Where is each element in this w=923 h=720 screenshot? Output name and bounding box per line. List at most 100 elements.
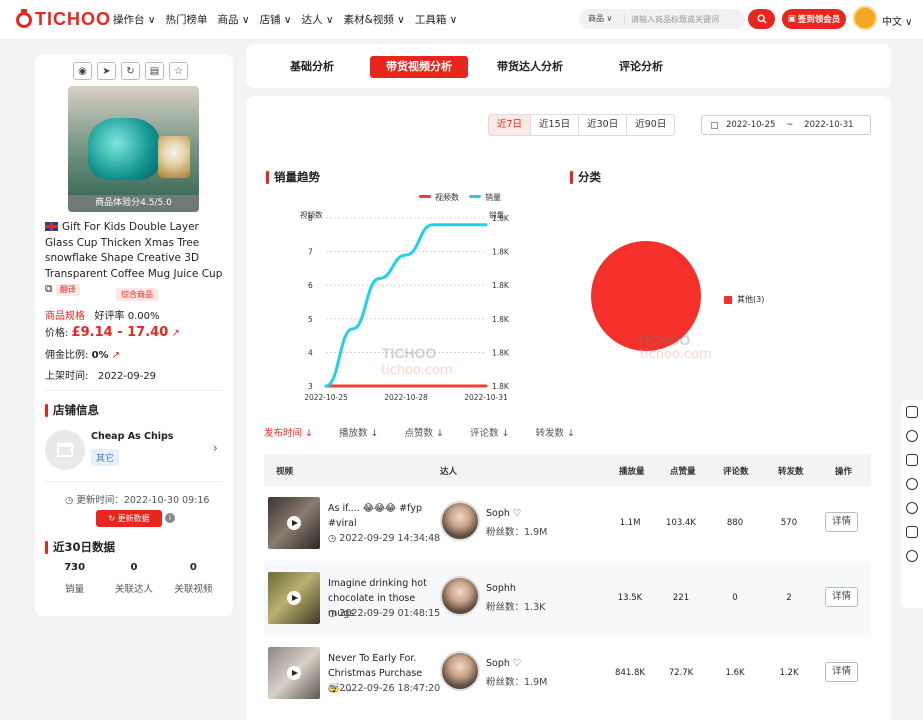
legend-label: 销量 <box>485 193 501 202</box>
tab-basic-analysis[interactable]: 基础分析 <box>276 56 348 78</box>
nav-shops[interactable]: 店铺 ∨ <box>260 12 292 27</box>
kol-avatar[interactable] <box>440 651 480 691</box>
tab-video-analysis[interactable]: 带货视频分析 <box>370 56 468 78</box>
share-icon[interactable]: ➤ <box>97 62 116 80</box>
tab-comment-analysis[interactable]: 评论分析 <box>606 56 676 78</box>
table-row: Imagine drinking hot chocolate in those … <box>264 561 871 636</box>
video-title[interactable]: As if.... 😂😂😂 #fyp #viral <box>328 501 436 531</box>
target-icon[interactable] <box>906 430 918 442</box>
sort-publish-time[interactable]: 发布时间 ↓ <box>264 425 313 439</box>
y-tick-label-left: 7 <box>308 248 313 257</box>
kol-name[interactable]: Soph ♡ <box>486 658 521 669</box>
y-tick-label-left: 4 <box>308 348 313 357</box>
tichoo-logo[interactable]: TICHOO <box>16 8 111 30</box>
translate-button[interactable]: 翻译 <box>55 284 80 296</box>
sort-shares[interactable]: 转发数 ↓ <box>535 425 574 439</box>
sort-plays[interactable]: 播放数 ↓ <box>339 425 378 439</box>
product-cup-graphic <box>158 136 190 178</box>
product-image[interactable]: 商品体验分4.5/5.0 <box>68 86 199 212</box>
video-thumbnail[interactable] <box>268 497 320 549</box>
search-button[interactable] <box>748 9 775 29</box>
help-icon[interactable] <box>906 550 918 562</box>
date-end[interactable]: 2022-10-31 <box>804 120 853 130</box>
copy-icon[interactable]: ⧉ <box>45 283 53 295</box>
shop-name[interactable]: Cheap As Chips <box>91 431 173 442</box>
view-icon[interactable]: ◉ <box>73 62 92 80</box>
video-thumbnail[interactable] <box>268 647 320 699</box>
qrcode-icon[interactable] <box>906 454 918 466</box>
vip-checkin-button[interactable]: ▣ 签到领会员 <box>782 9 846 29</box>
commission-trend-icon[interactable]: ↗ <box>112 350 120 361</box>
update-time-text: 更新时间：2022-10-30 09:16 <box>76 495 210 506</box>
update-data-button[interactable]: ↻ 更新数据 <box>96 510 162 527</box>
search-icon <box>756 14 766 24</box>
play-icon[interactable] <box>287 516 301 530</box>
kol-avatar[interactable] <box>440 576 480 616</box>
range-30d-button[interactable]: 近30日 <box>579 115 628 135</box>
watermark-url-text: tichoo.com <box>381 363 453 378</box>
language-switch[interactable]: 中文 ∨ <box>882 13 913 28</box>
range-7d-button[interactable]: 近7日 <box>489 115 532 135</box>
product-title-text[interactable]: Gift For Kids Double Layer Glass Cup Thi… <box>45 221 222 280</box>
update-time: ◷ 更新时间：2022-10-30 09:16 <box>65 492 209 506</box>
nav-materials-videos[interactable]: 素材&视频 ∨ <box>344 12 405 27</box>
link-icon[interactable] <box>906 478 918 490</box>
sales-trend-chart[interactable]: 视频数 销量3 1.8K4 1.8K5 1.8K6 1.8K7 1.8K8 1.8K2022-… <box>286 208 526 408</box>
detail-button[interactable]: 详情 <box>825 662 858 682</box>
shares-value: 570 <box>780 518 798 528</box>
kol-name[interactable]: Sophh <box>486 583 516 594</box>
nav-toolbox[interactable]: 工具箱 ∨ <box>415 12 458 27</box>
nav-hot-lists[interactable]: 热门榜单 <box>166 12 208 27</box>
search-scope-select[interactable]: 商品 ∨ <box>579 14 625 24</box>
date-range-picker[interactable]: 2022-10-25 ~ 2022-10-31 <box>701 115 871 135</box>
legend-video-count[interactable]: 视频数 <box>419 192 459 203</box>
series-line-sales <box>324 223 488 388</box>
pie-legend[interactable]: 其他(3) <box>724 294 764 305</box>
refresh-icon[interactable]: ↻ <box>121 62 140 80</box>
sort-likes[interactable]: 点赞数 ↓ <box>404 425 443 439</box>
shop-bag-icon[interactable]: ▤ <box>145 62 164 80</box>
chevron-right-icon[interactable]: › <box>213 441 218 455</box>
video-thumbnail[interactable] <box>268 572 320 624</box>
favorite-star-icon[interactable]: ☆ <box>169 62 188 80</box>
range-15d-button[interactable]: 近15日 <box>531 115 580 135</box>
info-icon[interactable]: i <box>165 513 175 523</box>
price-trend-icon[interactable]: ↗ <box>171 328 179 339</box>
sort-comments[interactable]: 评论数 ↓ <box>470 425 509 439</box>
play-icon[interactable] <box>287 666 301 680</box>
table-row: As if.... 😂😂😂 #fyp #viral ◷ 2022-09-29 1… <box>264 486 871 561</box>
y-tick-label-left: 6 <box>308 281 313 290</box>
stat-related-kols: 0 关联达人 <box>104 562 163 595</box>
uk-flag-icon <box>45 222 58 231</box>
top-bar: TICHOO 操作台 ∨ 热门榜单 商品 ∨ 店铺 ∨ 达人 ∨ 素材&视频 ∨… <box>0 0 923 40</box>
product-info-panel: ◉ ➤ ↻ ▤ ☆ 商品体验分4.5/5.0 Gift For Kids Dou… <box>35 54 233 616</box>
rating-value: 0.00% <box>127 311 160 322</box>
range-90d-button[interactable]: 近90日 <box>627 115 674 135</box>
gift-icon: ▣ <box>787 14 796 24</box>
user-avatar[interactable] <box>853 6 877 30</box>
plays-value: 841.8K <box>615 668 645 678</box>
likes-value: 72.7K <box>668 668 694 678</box>
nav-dashboard[interactable]: 操作台 ∨ <box>113 12 156 27</box>
crown-icon[interactable] <box>906 406 918 418</box>
detail-button[interactable]: 详情 <box>825 587 858 607</box>
shop-logo[interactable] <box>45 430 85 470</box>
play-icon[interactable] <box>287 591 301 605</box>
kol-avatar[interactable] <box>440 501 480 541</box>
detail-button[interactable]: 详情 <box>825 512 858 532</box>
kol-name[interactable]: Soph ♡ <box>486 508 521 519</box>
search-input[interactable]: 请输入商品标题或关键词 <box>625 14 719 25</box>
date-start[interactable]: 2022-10-25 <box>726 120 775 130</box>
stat-sales: 730 销量 <box>45 562 104 595</box>
tab-kol-analysis[interactable]: 带货达人分析 <box>490 56 570 78</box>
y-tick-label-right: 1.8K <box>492 348 510 357</box>
nav-products[interactable]: 商品 ∨ <box>218 12 250 27</box>
vip-label: 签到领会员 <box>797 15 841 25</box>
smile-icon[interactable] <box>906 502 918 514</box>
refresh-small-icon: ↻ <box>108 514 118 523</box>
update-button-label: 更新数据 <box>117 514 150 523</box>
mail-icon[interactable] <box>906 526 918 538</box>
spec-link[interactable]: 商品规格 <box>45 311 85 322</box>
legend-sales[interactable]: 销量 <box>469 192 501 203</box>
nav-kols[interactable]: 达人 ∨ <box>302 12 334 27</box>
